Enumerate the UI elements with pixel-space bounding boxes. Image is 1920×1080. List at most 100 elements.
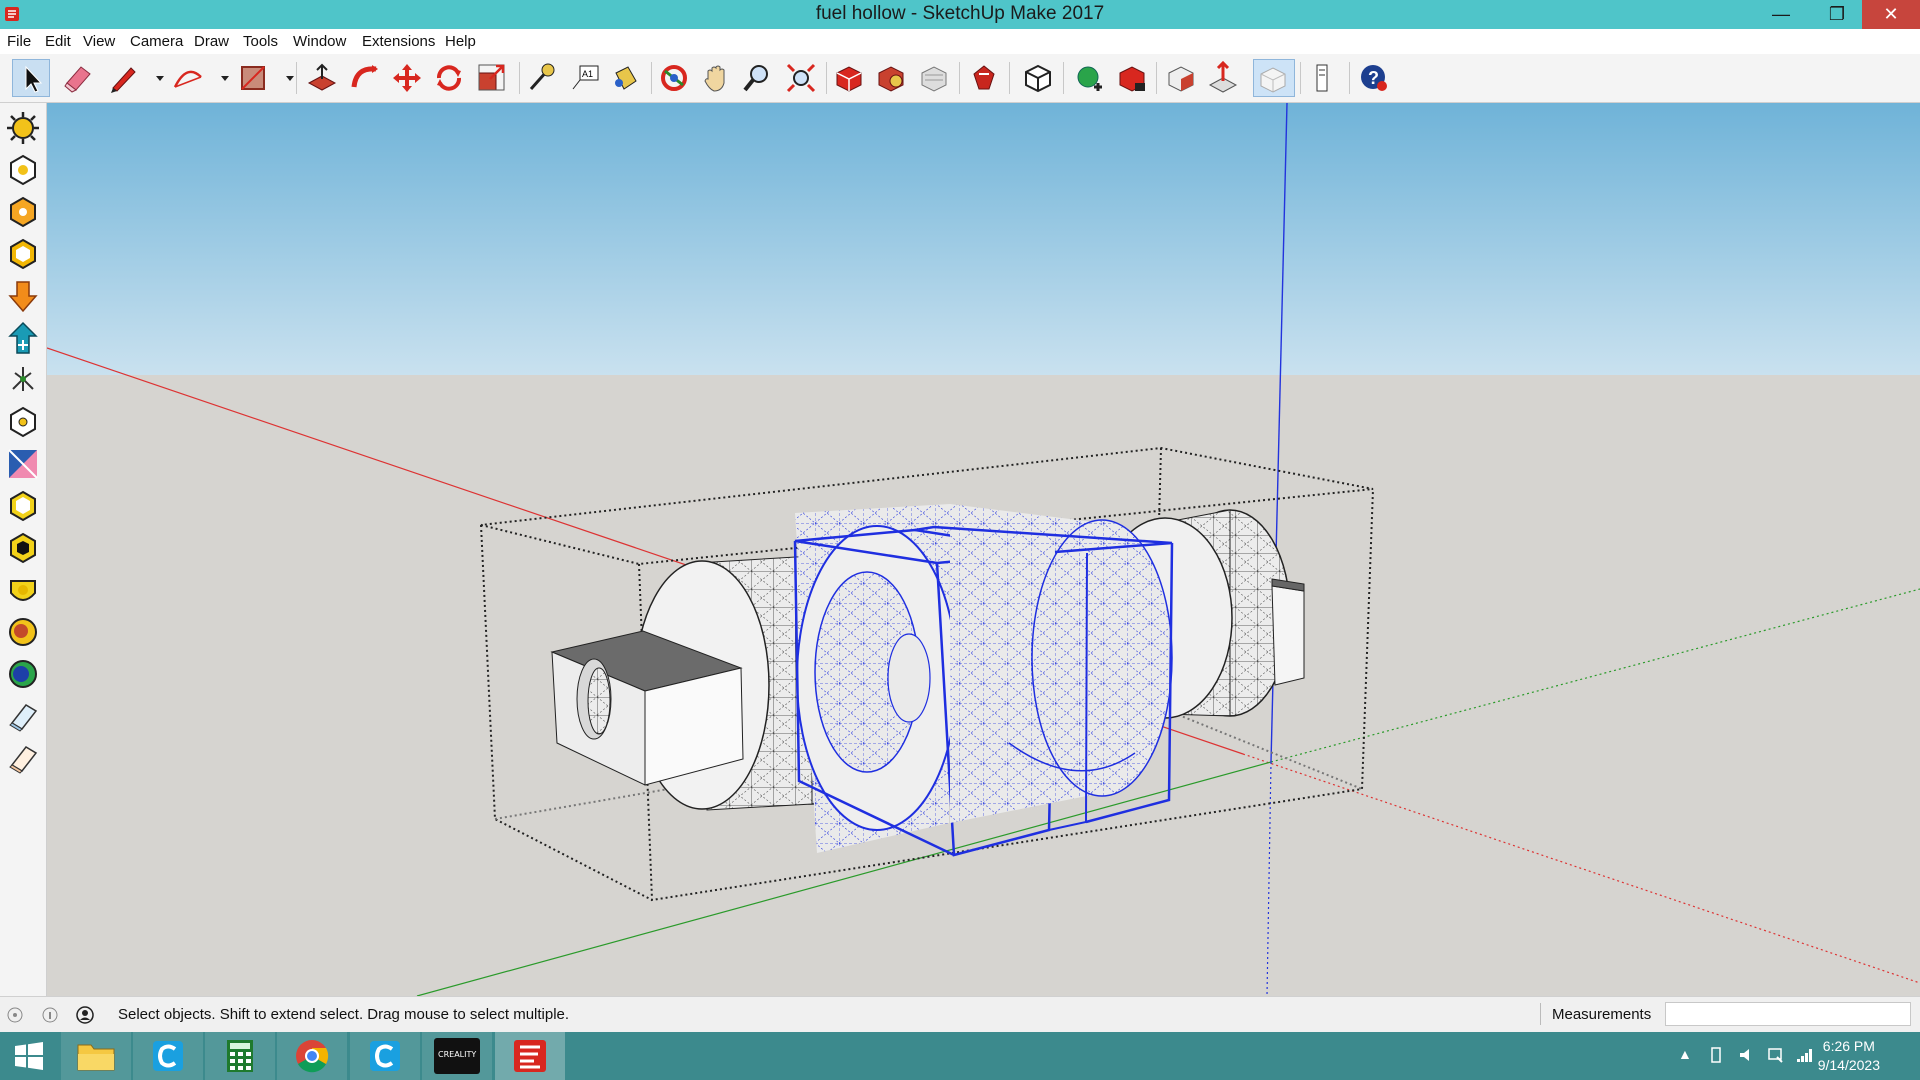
chrome-icon[interactable]	[277, 1032, 347, 1080]
sandbox-flip-edge-icon[interactable]	[4, 403, 42, 441]
clock-date: 9/14/2023	[1817, 1057, 1880, 1073]
rotate-icon[interactable]	[430, 59, 468, 97]
model-viewport[interactable]	[47, 103, 1920, 996]
layout-icon[interactable]	[915, 59, 953, 97]
toolbar-separator	[1300, 62, 1301, 94]
file-explorer-icon[interactable]	[61, 1032, 131, 1080]
cura-alt-icon[interactable]	[350, 1032, 420, 1080]
arc-dropdown-icon[interactable]	[206, 59, 229, 97]
clock-time: 6:26 PM	[1822, 1038, 1875, 1054]
sky	[47, 103, 1920, 375]
menu-tools[interactable]: Tools	[243, 33, 278, 50]
title-bar: fuel hollow - SketchUp Make 2017 — ❐ ✕	[0, 0, 1920, 29]
menu-help[interactable]: Help	[445, 33, 476, 50]
toolbar-separator	[1156, 62, 1157, 94]
pencil-dropdown-icon[interactable]	[141, 59, 164, 97]
menu-extensions[interactable]: Extensions	[362, 33, 435, 50]
window-title: fuel hollow - SketchUp Make 2017	[815, 3, 1105, 24]
menu-edit[interactable]: Edit	[45, 33, 71, 50]
eraser-icon[interactable]	[59, 59, 97, 97]
measurements-label: Measurements	[1552, 1006, 1652, 1023]
menu-window[interactable]: Window	[293, 33, 346, 50]
toolbar-separator	[1349, 62, 1350, 94]
outer-shell-icon[interactable]	[4, 487, 42, 525]
push-pull-icon[interactable]	[303, 59, 341, 97]
calculator-icon[interactable]	[205, 1032, 275, 1080]
xray-icon[interactable]	[1253, 59, 1295, 97]
arc-icon[interactable]	[169, 59, 207, 97]
menu-draw[interactable]: Draw	[194, 33, 229, 50]
sandbox-drape-icon[interactable]	[4, 319, 42, 357]
credits-icon[interactable]	[42, 1007, 58, 1023]
preview-google-earth-icon[interactable]	[1204, 59, 1242, 97]
windows-start-icon[interactable]	[0, 1032, 58, 1080]
rectangle-dropdown-icon[interactable]	[271, 59, 294, 97]
menu-view[interactable]: View	[83, 33, 115, 50]
toggle-terrain-icon[interactable]	[1113, 59, 1151, 97]
measurements-input[interactable]	[1665, 1002, 1911, 1026]
subtract-icon[interactable]	[4, 613, 42, 651]
rectangle-icon[interactable]	[234, 59, 272, 97]
paint-bucket-icon[interactable]	[606, 59, 644, 97]
components-icon[interactable]	[1019, 59, 1057, 97]
cura-icon[interactable]	[133, 1032, 203, 1080]
union-icon[interactable]	[4, 571, 42, 609]
select-icon[interactable]	[12, 59, 50, 97]
move-icon[interactable]	[388, 59, 426, 97]
volume-icon[interactable]	[1737, 1045, 1757, 1065]
follow-me-icon[interactable]	[346, 59, 384, 97]
intersect-icon[interactable]	[4, 529, 42, 567]
split-icon[interactable]	[4, 697, 42, 735]
extension-manager-icon[interactable]	[965, 59, 1003, 97]
eraser-3d-icon[interactable]	[4, 739, 42, 777]
toolbar-separator	[519, 62, 520, 94]
section-plane-icon[interactable]	[4, 445, 42, 483]
pencil-icon[interactable]	[104, 59, 142, 97]
sandbox-from-contours-icon[interactable]	[4, 151, 42, 189]
network-icon[interactable]	[1795, 1045, 1815, 1065]
restore-button[interactable]: ❐	[1814, 0, 1860, 29]
text-icon[interactable]: A1	[566, 59, 604, 97]
trim-icon[interactable]	[4, 655, 42, 693]
action-center-icon[interactable]	[1765, 1045, 1785, 1065]
sandbox-smoove-icon[interactable]	[4, 235, 42, 273]
help-icon[interactable]: ?	[1355, 59, 1393, 97]
model-info-icon[interactable]	[1303, 59, 1341, 97]
zoom-extents-icon[interactable]	[782, 59, 820, 97]
selected-middle-cylinder-2[interactable]	[914, 504, 1174, 831]
add-location-icon[interactable]	[1071, 59, 1109, 97]
minimize-button[interactable]: —	[1758, 0, 1804, 29]
tape-measure-icon[interactable]	[523, 59, 561, 97]
system-clock[interactable]: 6:26 PM 9/14/2023	[1818, 1037, 1880, 1075]
close-button[interactable]: ✕	[1862, 0, 1920, 29]
scale-icon[interactable]	[472, 59, 510, 97]
device-icon[interactable]	[1706, 1045, 1726, 1065]
creality-icon[interactable]: CREALITY	[422, 1032, 492, 1080]
sandbox-stamp-icon[interactable]	[4, 277, 42, 315]
toolbar-separator	[1009, 62, 1010, 94]
3d-warehouse-icon[interactable]	[830, 59, 868, 97]
sandbox-from-scratch-icon[interactable]	[4, 193, 42, 231]
status-bar: Select objects. Shift to extend select. …	[0, 996, 1920, 1033]
menu-camera[interactable]: Camera	[130, 33, 183, 50]
sketchup-icon[interactable]	[495, 1032, 565, 1080]
toolbar-separator	[296, 62, 297, 94]
tray-overflow-arrow[interactable]: ▲	[1678, 1046, 1692, 1062]
pan-icon[interactable]	[697, 59, 735, 97]
toolbar-separator	[651, 62, 652, 94]
photo-textures-icon[interactable]	[1162, 59, 1200, 97]
geo-location-icon[interactable]	[7, 1007, 23, 1023]
sandbox-add-detail-icon[interactable]	[4, 361, 42, 399]
creality-label: CREALITY	[438, 1050, 477, 1059]
extension-warehouse-icon[interactable]	[872, 59, 910, 97]
scene-canvas[interactable]	[47, 103, 1920, 996]
status-divider	[1540, 1003, 1541, 1025]
taskbar: CREALITY ▲ 6:26 PM 9/14/2023	[0, 1032, 1920, 1080]
zoom-icon[interactable]	[738, 59, 776, 97]
orbit-icon[interactable]	[655, 59, 693, 97]
shadows-icon[interactable]	[4, 109, 42, 147]
menu-file[interactable]: File	[7, 33, 31, 50]
user-account-icon[interactable]	[76, 1006, 94, 1024]
menu-bar: File Edit View Camera Draw Tools Window …	[0, 29, 1920, 54]
toolbar-separator	[826, 62, 827, 94]
